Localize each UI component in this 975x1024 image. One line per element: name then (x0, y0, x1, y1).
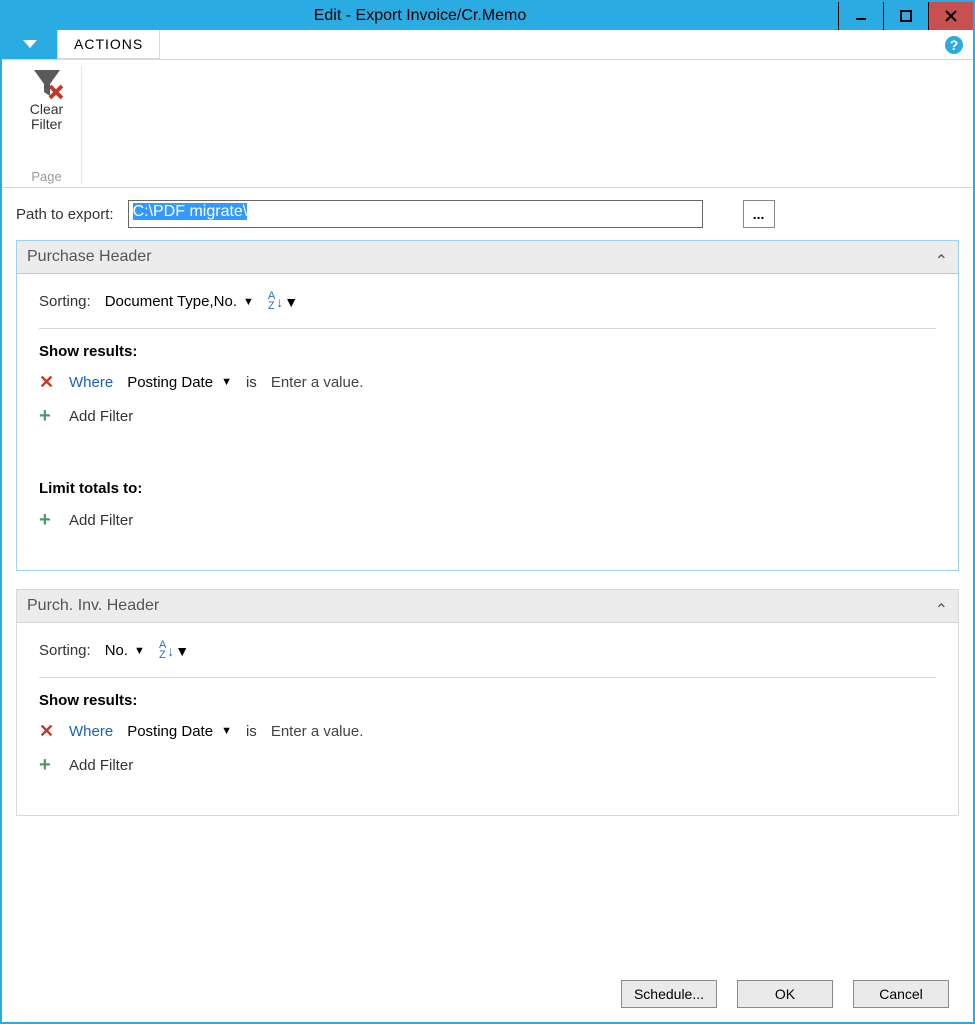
clear-filter-button[interactable]: Clear Filter (30, 66, 64, 133)
sort-direction-button[interactable]: AZ ↓ ▼ (268, 292, 298, 312)
filter-value-input[interactable]: Enter a value. (271, 723, 364, 740)
ribbon-group-page: Clear Filter Page (12, 66, 82, 184)
plus-icon: + (39, 509, 55, 532)
add-filter-row[interactable]: + Add Filter (39, 754, 936, 777)
filter-row: ✕ Where Posting Date ▼ is Enter a value. (39, 721, 936, 742)
titlebar: Edit - Export Invoice/Cr.Memo (2, 2, 973, 30)
chevron-down-icon: ▼ (134, 645, 145, 657)
sorting-value: Document Type,No. (105, 293, 237, 310)
maximize-button[interactable] (883, 2, 928, 30)
remove-filter-icon[interactable]: ✕ (39, 372, 55, 393)
footer: Schedule... OK Cancel (2, 966, 973, 1022)
section-body-purchinv: Sorting: No. ▼ AZ ↓ ▼ Show results: ✕ Wh… (16, 623, 959, 816)
is-label: is (246, 374, 257, 391)
path-label: Path to export: (16, 206, 114, 223)
show-results-label: Show results: (39, 692, 936, 709)
where-label: Where (69, 374, 113, 391)
filter-field-dropdown[interactable]: Posting Date ▼ (127, 374, 232, 391)
svg-text:?: ? (950, 37, 959, 53)
section-header-purchase[interactable]: Purchase Header (16, 240, 959, 274)
maximize-icon (900, 10, 912, 22)
schedule-button[interactable]: Schedule... (621, 980, 717, 1008)
plus-icon: + (39, 754, 55, 777)
add-filter-label: Add Filter (69, 408, 133, 425)
sorting-row: Sorting: Document Type,No. ▼ AZ ↓ ▼ (39, 292, 936, 312)
minimize-icon (855, 10, 867, 22)
path-input[interactable]: C:\PDF migrate\ (128, 200, 703, 228)
app-menu-button[interactable] (2, 30, 57, 59)
divider (39, 677, 936, 678)
cancel-button[interactable]: Cancel (853, 980, 949, 1008)
tab-actions[interactable]: ACTIONS (57, 30, 160, 59)
help-button[interactable]: ? (943, 30, 973, 59)
filter-field-value: Posting Date (127, 723, 213, 740)
plus-icon: + (39, 405, 55, 428)
sort-direction-button[interactable]: AZ ↓ ▼ (159, 641, 189, 661)
show-results-label: Show results: (39, 343, 936, 360)
funnel-x-icon (30, 66, 64, 100)
window-buttons (838, 2, 973, 30)
ribbon-group-label: Page (31, 169, 61, 184)
add-filter-row[interactable]: + Add Filter (39, 509, 936, 532)
ok-button[interactable]: OK (737, 980, 833, 1008)
section-header-purchinv[interactable]: Purch. Inv. Header (16, 589, 959, 623)
is-label: is (246, 723, 257, 740)
filter-field-dropdown[interactable]: Posting Date ▼ (127, 723, 232, 740)
add-filter-row[interactable]: + Add Filter (39, 405, 936, 428)
close-button[interactable] (928, 2, 973, 30)
chevron-down-icon: ▼ (175, 643, 189, 659)
help-icon: ? (944, 35, 964, 55)
where-label: Where (69, 723, 113, 740)
sorting-row: Sorting: No. ▼ AZ ↓ ▼ (39, 641, 936, 661)
filter-value-input[interactable]: Enter a value. (271, 374, 364, 391)
add-filter-label: Add Filter (69, 512, 133, 529)
window-title: Edit - Export Invoice/Cr.Memo (2, 7, 838, 25)
chevron-down-icon (23, 40, 37, 50)
section-title: Purchase Header (27, 248, 152, 266)
remove-filter-icon[interactable]: ✕ (39, 721, 55, 742)
chevron-down-icon: ▼ (243, 296, 254, 308)
minimize-button[interactable] (838, 2, 883, 30)
content-area: Path to export: C:\PDF migrate\ ... Purc… (2, 190, 973, 964)
chevron-down-icon: ▼ (284, 294, 298, 310)
chevron-down-icon: ▼ (221, 725, 232, 737)
sorting-dropdown[interactable]: No. ▼ (105, 642, 145, 659)
browse-button[interactable]: ... (743, 200, 775, 228)
filter-field-value: Posting Date (127, 374, 213, 391)
section-title: Purch. Inv. Header (27, 597, 159, 615)
chevron-up-icon (935, 596, 948, 616)
sorting-value: No. (105, 642, 128, 659)
chevron-down-icon: ▼ (221, 376, 232, 388)
arrow-down-icon: ↓ (167, 643, 174, 659)
menu-row: ACTIONS ? (2, 30, 973, 60)
chevron-up-icon (935, 247, 948, 267)
sorting-label: Sorting: (39, 642, 91, 659)
path-row: Path to export: C:\PDF migrate\ ... (16, 200, 959, 228)
add-filter-label: Add Filter (69, 757, 133, 774)
close-icon (945, 10, 957, 22)
filter-row: ✕ Where Posting Date ▼ is Enter a value. (39, 372, 936, 393)
divider (39, 328, 936, 329)
limit-totals-label: Limit totals to: (39, 480, 936, 497)
arrow-down-icon: ↓ (276, 294, 283, 310)
sorting-dropdown[interactable]: Document Type,No. ▼ (105, 293, 254, 310)
clear-filter-label: Clear Filter (30, 102, 63, 133)
ribbon: Clear Filter Page (2, 60, 973, 188)
section-body-purchase: Sorting: Document Type,No. ▼ AZ ↓ ▼ Show… (16, 274, 959, 571)
sorting-label: Sorting: (39, 293, 91, 310)
